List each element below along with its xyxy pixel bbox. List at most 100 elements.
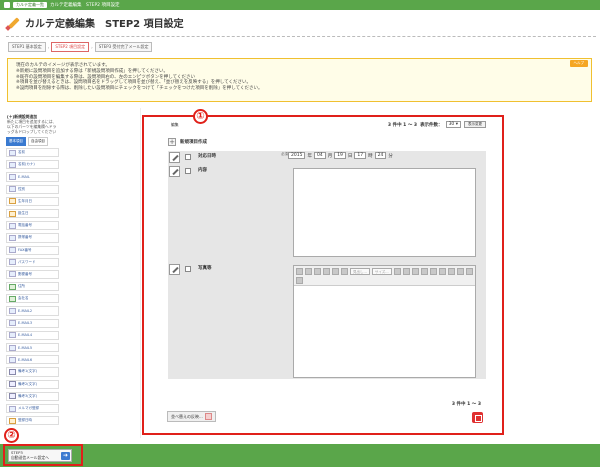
- sidebar-item[interactable]: 携帯番号: [6, 233, 59, 243]
- sidebar-item[interactable]: 備考1(文字): [6, 367, 59, 377]
- year-input[interactable]: 2015: [288, 152, 306, 159]
- sidebar-item[interactable]: メルマガ登録: [6, 403, 59, 414]
- per-page-change-button[interactable]: 表示変更: [464, 121, 486, 128]
- tab-free-items[interactable]: 自由項目: [28, 137, 48, 146]
- link-icon[interactable]: [402, 268, 410, 275]
- delete-checkbox[interactable]: [185, 154, 191, 160]
- item-list: 対応日時 必須 2015 年 04 月 19 日 17 時 24 分 内容 写真等: [168, 151, 486, 379]
- person-icon: [9, 149, 16, 156]
- sidebar-item[interactable]: E-MAIL6: [6, 355, 59, 365]
- unlink-icon[interactable]: [411, 268, 419, 275]
- sidebar-item[interactable]: E-MAIL3: [6, 318, 59, 328]
- apply-order-button[interactable]: 並べ替えの反映...: [167, 411, 216, 422]
- undo-icon[interactable]: [447, 268, 455, 275]
- year-unit: 年: [307, 153, 312, 159]
- content-textarea[interactable]: [293, 168, 476, 257]
- sidebar-item[interactable]: E-MAIL2: [6, 306, 59, 316]
- per-page-select[interactable]: 30 ▾: [445, 121, 461, 128]
- sidebar-item[interactable]: 備考3(文字): [6, 391, 59, 401]
- minute-input[interactable]: 24: [374, 152, 387, 159]
- breadcrumb-current: カルテ定義編集 STEP2 項目設定: [50, 3, 120, 8]
- sidebar-item[interactable]: 名前: [6, 148, 59, 158]
- step-1-link[interactable]: STEP1 基本設定: [8, 42, 46, 52]
- paging-top: 3 件中 1 ～ 3 表示件数： 30 ▾ 表示変更: [388, 121, 486, 128]
- plus-icon[interactable]: +: [168, 138, 176, 146]
- note-icon: [9, 368, 16, 375]
- size-select[interactable]: サイズ...: [371, 268, 392, 275]
- item-row-photo[interactable]: 写真等 見出し... サイズ...: [168, 263, 486, 378]
- page-header: カルテ定義編集 STEP2 項目設定: [5, 15, 184, 31]
- minute-unit: 分: [388, 153, 393, 159]
- sidebar-item-label: E-MAIL: [18, 174, 30, 179]
- sidebar-item[interactable]: 電話番号: [6, 221, 59, 231]
- delete-checkbox[interactable]: [185, 168, 191, 174]
- item-label: 内容: [198, 168, 207, 173]
- align-right-icon[interactable]: [438, 268, 446, 275]
- numbered-list-icon[interactable]: [314, 268, 321, 275]
- callout-2: ②: [4, 428, 19, 443]
- source-icon[interactable]: [296, 277, 303, 284]
- sidebar-item-label: 会社名: [18, 296, 29, 301]
- pencil-edit-icon[interactable]: [169, 166, 180, 177]
- item-row-content[interactable]: 内容: [168, 165, 486, 261]
- sidebar-item[interactable]: 住所: [6, 282, 59, 292]
- add-item-link[interactable]: 新規項目作成: [180, 139, 207, 145]
- sidebar-item[interactable]: 誕生日: [6, 208, 59, 219]
- align-center-icon[interactable]: [429, 268, 437, 275]
- rich-text-editor[interactable]: 見出し... サイズ...: [293, 265, 476, 378]
- tab-basic-items[interactable]: 基本項目: [6, 137, 26, 146]
- sidebar-item[interactable]: 性別: [6, 184, 59, 194]
- sidebar-item[interactable]: 登録日時: [6, 416, 59, 426]
- redo-icon[interactable]: [456, 268, 464, 275]
- step-separator-icon: ›: [47, 44, 50, 50]
- page-title: カルテ定義編集 STEP2 項目設定: [25, 19, 184, 30]
- sidebar-item[interactable]: E-MAIL: [6, 172, 59, 182]
- sidebar-item[interactable]: 郵便番号: [6, 269, 59, 280]
- step-3-link[interactable]: STEP3 受付完了メール設定: [94, 42, 153, 52]
- arrow-right-icon: ➜: [61, 452, 70, 460]
- sidebar-item[interactable]: 生年月日: [6, 196, 59, 206]
- sidebar-item[interactable]: 備考2(文字): [6, 379, 59, 389]
- person-icon: [9, 161, 16, 168]
- sidebar-item[interactable]: FAX番号: [6, 245, 59, 255]
- sidebar-item[interactable]: E-MAIL4: [6, 330, 59, 340]
- indent-icon[interactable]: [341, 268, 348, 275]
- sidebar-item[interactable]: E-MAIL5: [6, 343, 59, 353]
- mail-icon: [9, 332, 16, 339]
- month-input[interactable]: 04: [313, 152, 326, 159]
- help-button[interactable]: ヘルプ: [569, 60, 588, 67]
- italic-icon[interactable]: [305, 268, 312, 275]
- date-input-group: 2015 年 04 月 19 日 17 時 24 分: [288, 152, 393, 159]
- bullet-list-icon[interactable]: [323, 268, 330, 275]
- pencil-icon: [5, 16, 20, 31]
- sidebar-item-label: 生年月日: [18, 198, 32, 203]
- sidebar-item[interactable]: 会社名: [6, 294, 59, 304]
- bold-icon[interactable]: [296, 268, 303, 275]
- item-label: 対応日時: [198, 154, 216, 159]
- day-input[interactable]: 19: [334, 152, 346, 159]
- editor-toolbar: 見出し... サイズ...: [294, 266, 475, 286]
- image-icon[interactable]: [465, 268, 473, 275]
- home-icon[interactable]: [4, 2, 10, 8]
- hour-input[interactable]: 17: [354, 152, 367, 159]
- post-icon: [9, 271, 16, 278]
- next-step-button[interactable]: STEP3 自動送信メール設定へ ➜: [8, 449, 72, 462]
- trash-icon[interactable]: [472, 412, 483, 423]
- outdent-icon[interactable]: [332, 268, 339, 275]
- font-color-icon[interactable]: [393, 268, 401, 275]
- sidebar-item[interactable]: パスワード: [6, 257, 59, 267]
- sidebar-item-label: 名前(カナ): [18, 162, 35, 167]
- format-select[interactable]: 見出し...: [350, 268, 370, 275]
- align-left-icon[interactable]: [420, 268, 428, 275]
- sidebar-item-label: FAX番号: [18, 247, 32, 252]
- pencil-edit-icon[interactable]: [169, 264, 180, 275]
- pencil-edit-icon[interactable]: [169, 152, 180, 163]
- sidebar-item-label: メルマガ登録: [18, 406, 39, 411]
- delete-checkbox[interactable]: [185, 266, 191, 272]
- sidebar-info-text: 新たに項目を追加するには、以下のパーツを編集欄へドラッグ＆ドロップしてください: [7, 119, 57, 134]
- step-2-link[interactable]: STEP2 項目設定: [51, 42, 90, 52]
- item-row-date[interactable]: 対応日時 必須 2015 年 04 月 19 日 17 時 24 分: [168, 151, 486, 164]
- breadcrumb-karte-list[interactable]: カルテ定義一覧: [13, 2, 47, 8]
- day-unit: 日: [347, 153, 353, 159]
- sidebar-item[interactable]: 名前(カナ): [6, 160, 59, 170]
